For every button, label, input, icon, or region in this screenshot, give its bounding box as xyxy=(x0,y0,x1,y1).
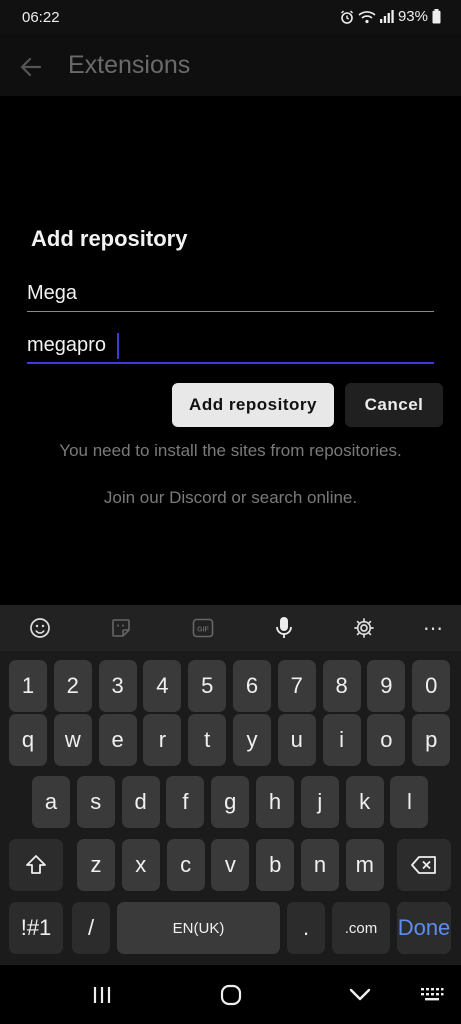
space-key[interactable]: EN(UK) xyxy=(117,902,280,954)
key-u[interactable]: u xyxy=(277,714,316,766)
key-a[interactable]: a xyxy=(32,776,70,828)
wifi-icon xyxy=(358,10,376,24)
key-t[interactable]: t xyxy=(188,714,227,766)
home-icon[interactable] xyxy=(217,983,245,1007)
key-s[interactable]: s xyxy=(76,776,115,828)
recents-icon[interactable] xyxy=(88,983,116,1007)
info-text-discord: Join our Discord or search online. xyxy=(103,488,358,507)
key-w[interactable]: w xyxy=(53,714,92,766)
keyboard-toolbar: GIF ⋯ xyxy=(0,605,461,651)
repository-url-field[interactable] xyxy=(27,328,434,364)
status-time: 06:22 xyxy=(22,9,60,26)
key-l[interactable]: l xyxy=(390,776,429,828)
key-r[interactable]: r xyxy=(143,714,182,766)
key-v[interactable]: v xyxy=(211,839,250,891)
key-f[interactable]: f xyxy=(166,776,205,828)
key-slash[interactable]: / xyxy=(72,902,110,954)
key-4[interactable]: 4 xyxy=(143,660,182,712)
key-1[interactable]: 1 xyxy=(9,660,47,712)
key-3[interactable]: 3 xyxy=(98,660,137,712)
text-cursor xyxy=(117,333,119,359)
key-q[interactable]: q xyxy=(9,714,47,766)
status-bar: 06:22 93% xyxy=(0,0,461,34)
key-8[interactable]: 8 xyxy=(322,660,361,712)
backspace-key[interactable] xyxy=(397,839,451,891)
key-z[interactable]: z xyxy=(77,839,115,891)
key-2[interactable]: 2 xyxy=(53,660,92,712)
key-k[interactable]: k xyxy=(345,776,384,828)
alarm-icon xyxy=(340,10,354,24)
key-g[interactable]: g xyxy=(211,776,250,828)
key-y[interactable]: y xyxy=(233,714,271,766)
settings-icon[interactable] xyxy=(352,616,376,640)
info-text-install: You need to install the sites from repos… xyxy=(59,441,402,460)
key-5[interactable]: 5 xyxy=(188,660,227,712)
backspace-icon xyxy=(411,856,436,874)
key-e[interactable]: e xyxy=(98,714,137,766)
key-p[interactable]: p xyxy=(412,714,451,766)
key-h[interactable]: h xyxy=(256,776,294,828)
gif-label: GIF xyxy=(197,627,209,634)
key-i[interactable]: i xyxy=(322,714,361,766)
key-7[interactable]: 7 xyxy=(277,660,316,712)
symbols-key[interactable]: !#1 xyxy=(9,902,63,954)
sticker-icon[interactable] xyxy=(109,616,133,640)
emoji-icon[interactable] xyxy=(28,616,52,640)
key-j[interactable]: j xyxy=(300,776,339,828)
nav-back-icon[interactable] xyxy=(346,983,374,1007)
key-0[interactable]: 0 xyxy=(412,660,451,712)
back-arrow-icon[interactable] xyxy=(18,54,44,80)
repository-name-field[interactable] xyxy=(27,276,434,312)
status-icons: 93% xyxy=(340,8,441,25)
shift-key[interactable] xyxy=(9,839,63,891)
key-9[interactable]: 9 xyxy=(367,660,406,712)
dotcom-key[interactable]: .com xyxy=(332,902,390,954)
dialog-title: Add repository xyxy=(31,226,188,251)
key-x[interactable]: x xyxy=(121,839,160,891)
battery-level: 93% xyxy=(397,8,428,25)
keyboard-icon[interactable] xyxy=(418,983,446,1007)
page-title: Extensions xyxy=(68,51,191,79)
gif-icon[interactable]: GIF xyxy=(191,616,215,640)
more-icon[interactable]: ⋯ xyxy=(421,616,445,640)
microphone-icon[interactable] xyxy=(272,616,296,640)
key-n[interactable]: n xyxy=(301,839,339,891)
shift-icon xyxy=(26,855,46,874)
battery-icon xyxy=(432,9,441,24)
key-period[interactable]: . xyxy=(287,902,325,954)
app-bar: Extensions xyxy=(0,34,461,96)
key-6[interactable]: 6 xyxy=(233,660,271,712)
done-key[interactable]: Done xyxy=(397,902,451,954)
key-d[interactable]: d xyxy=(121,776,160,828)
key-c[interactable]: c xyxy=(166,839,205,891)
soft-keyboard: GIF ⋯ 1234567890 qwertyuiop asdfghjkl zxcvb… xyxy=(0,605,461,965)
add-repository-button[interactable]: Add repository xyxy=(172,383,334,427)
key-b[interactable]: b xyxy=(256,839,295,891)
signal-icon xyxy=(379,10,394,23)
key-o[interactable]: o xyxy=(367,714,406,766)
navigation-bar xyxy=(0,965,461,1024)
key-m[interactable]: m xyxy=(345,839,384,891)
cancel-button[interactable]: Cancel xyxy=(345,383,443,427)
